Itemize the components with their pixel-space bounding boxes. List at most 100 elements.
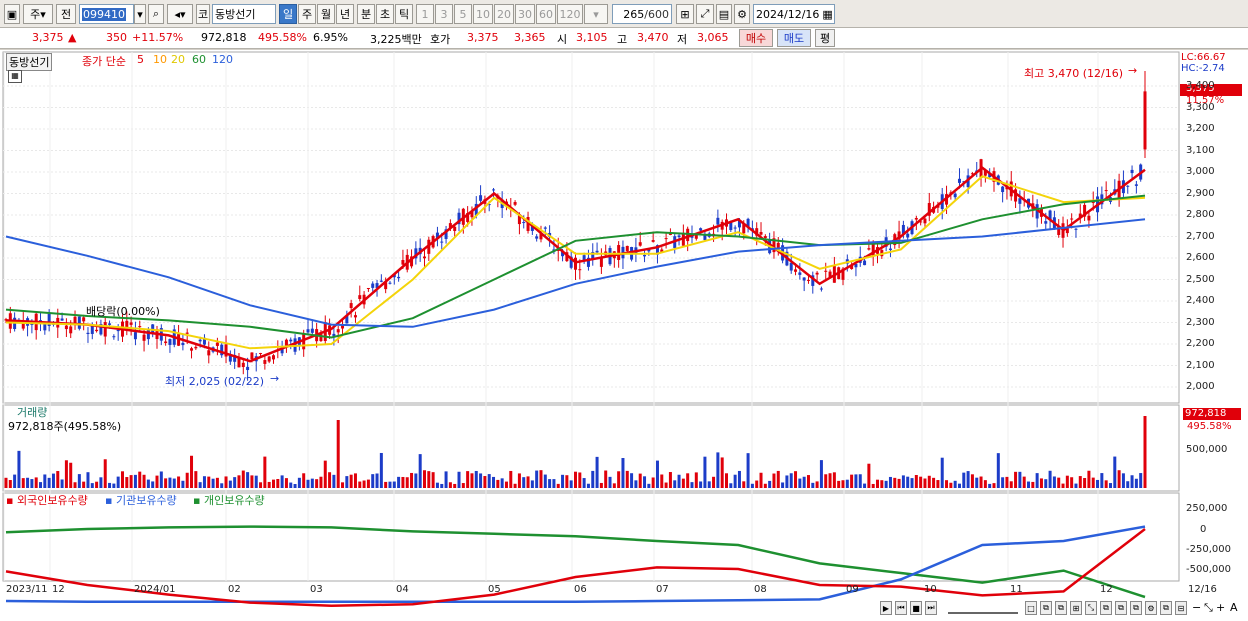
interval-1[interactable]: 1 xyxy=(416,4,434,24)
volume-bar xyxy=(983,480,987,488)
stock-tag[interactable]: 동방선기 xyxy=(6,53,53,71)
candle-body xyxy=(133,332,137,340)
period-week[interactable]: 주 xyxy=(298,4,316,24)
first-page-icon[interactable]: ⏮ xyxy=(895,601,907,615)
period-second[interactable]: 초 xyxy=(376,4,394,24)
interval-30[interactable]: 30 xyxy=(515,4,535,24)
stop-icon[interactable]: ■ xyxy=(910,601,922,615)
candle-body xyxy=(699,228,703,231)
code-input[interactable]: 099410 xyxy=(79,4,134,24)
volume-bar xyxy=(617,471,621,488)
candle-body xyxy=(310,328,314,333)
candle-body xyxy=(263,360,267,364)
layout-icon-1[interactable]: □ xyxy=(1025,601,1037,615)
candle-body xyxy=(164,341,168,344)
x-axis-label: 06 xyxy=(574,584,587,595)
period-day[interactable]: 일 xyxy=(279,4,297,24)
volume-bar xyxy=(949,482,953,488)
search-icon[interactable]: ⌕ xyxy=(148,4,164,24)
save-icon[interactable]: ▤ xyxy=(716,4,732,24)
calculator-icon[interactable]: ▦ xyxy=(8,70,22,83)
sell-button[interactable]: 매도 xyxy=(777,29,811,47)
volume-bar xyxy=(267,481,271,488)
candle-body xyxy=(1070,218,1074,220)
volume-bar xyxy=(932,477,936,488)
volume-bar xyxy=(133,474,137,488)
volume-bar xyxy=(60,479,64,488)
volume-bar xyxy=(375,473,379,488)
interval-3[interactable]: 3 xyxy=(435,4,453,24)
volume-bar xyxy=(940,457,944,488)
volume-bar xyxy=(677,474,681,488)
period-month[interactable]: 월 xyxy=(317,4,335,24)
volume-bar xyxy=(26,477,30,488)
layout-icon-8[interactable]: ⧉ xyxy=(1160,601,1172,615)
interval-10[interactable]: 10 xyxy=(473,4,493,24)
layout-icon-5[interactable]: ⧉ xyxy=(1100,601,1112,615)
code-dropdown-icon[interactable]: ▾ xyxy=(134,4,146,24)
x-axis-label: 05 xyxy=(488,584,501,595)
plus-icon[interactable]: + xyxy=(1216,601,1225,614)
volume-bar xyxy=(43,474,47,488)
volume-bar xyxy=(1139,473,1143,488)
period-year[interactable]: 년 xyxy=(336,4,354,24)
volume-bar xyxy=(897,478,901,488)
window-icon[interactable]: ▣ xyxy=(4,4,20,24)
volume-bar xyxy=(858,474,862,488)
date-field[interactable]: 2024/12/16 ▦ xyxy=(753,4,835,24)
volume-bar xyxy=(1039,478,1043,488)
font-icon[interactable]: A xyxy=(1230,601,1238,614)
volume-bar xyxy=(863,483,867,488)
candle-body xyxy=(1044,221,1048,224)
layout-icon-6[interactable]: ⧉ xyxy=(1115,601,1127,615)
volume-bar xyxy=(164,478,168,488)
calendar-icon[interactable]: ▦ xyxy=(822,8,832,21)
period-minute[interactable]: 분 xyxy=(357,4,375,24)
last-page-icon[interactable]: ⏭ xyxy=(925,601,937,615)
market-select[interactable]: 주 ▾ xyxy=(23,4,53,24)
period-tick[interactable]: 틱 xyxy=(395,4,413,24)
scroll-right-icon[interactable]: ▶ xyxy=(880,601,892,615)
candle-body xyxy=(759,232,763,235)
volume-bar xyxy=(289,482,293,488)
prev-button[interactable]: 전 xyxy=(56,4,76,24)
count-field[interactable]: 265/600 xyxy=(612,4,672,24)
volume-bar xyxy=(824,474,828,488)
interval-5[interactable]: 5 xyxy=(454,4,472,24)
interval-60[interactable]: 60 xyxy=(536,4,556,24)
buy-button[interactable]: 매수 xyxy=(739,29,773,47)
volume-bar xyxy=(578,472,582,488)
eval-button[interactable]: 평 xyxy=(815,29,835,47)
interval-20[interactable]: 20 xyxy=(494,4,514,24)
chart-area[interactable]: 동방선기 종가 단순 5 10 20 60 120 ▦ 배당락(0.00%) 최… xyxy=(0,50,1248,621)
volume-bar xyxy=(768,480,772,488)
volume-tag: 972,818 xyxy=(1185,408,1227,419)
stock-name-field[interactable]: 동방선기 xyxy=(212,4,276,24)
settings-icon[interactable]: ⚙ xyxy=(734,4,750,24)
zoom-slider[interactable] xyxy=(948,600,1018,614)
volume-bar xyxy=(280,475,284,488)
draw-icon[interactable]: ⤡ xyxy=(1085,601,1097,615)
minus-icon[interactable]: − xyxy=(1192,601,1201,614)
volume-bar xyxy=(73,482,77,488)
interval-120[interactable]: 120 xyxy=(557,4,583,24)
candle-body xyxy=(353,315,357,318)
compare-icon[interactable]: ⊞ xyxy=(676,4,694,24)
candle-body xyxy=(1104,190,1108,192)
move-icon[interactable]: ⤡ xyxy=(1204,601,1213,615)
x-axis-label: 08 xyxy=(754,584,767,595)
volume-bar xyxy=(103,459,107,488)
layout-icon-4[interactable]: ⊞ xyxy=(1070,601,1082,615)
volume-bar xyxy=(1134,478,1138,488)
volume-bar xyxy=(427,471,431,488)
volume-bar xyxy=(1108,483,1112,488)
pin-icon[interactable]: ⊟ xyxy=(1175,601,1187,615)
layout-icon-7[interactable]: ⧉ xyxy=(1130,601,1142,615)
interval-dropdown[interactable]: ▾ xyxy=(584,4,608,24)
speaker-icon[interactable]: ◂▾ xyxy=(167,4,193,24)
settings-small-icon[interactable]: ⚙ xyxy=(1145,601,1157,615)
layout-icon-3[interactable]: ⧉ xyxy=(1055,601,1067,615)
draw-tool-icon[interactable]: ⤢ xyxy=(696,4,714,24)
layout-icon-2[interactable]: ⧉ xyxy=(1040,601,1052,615)
volume-bar xyxy=(1018,471,1022,488)
